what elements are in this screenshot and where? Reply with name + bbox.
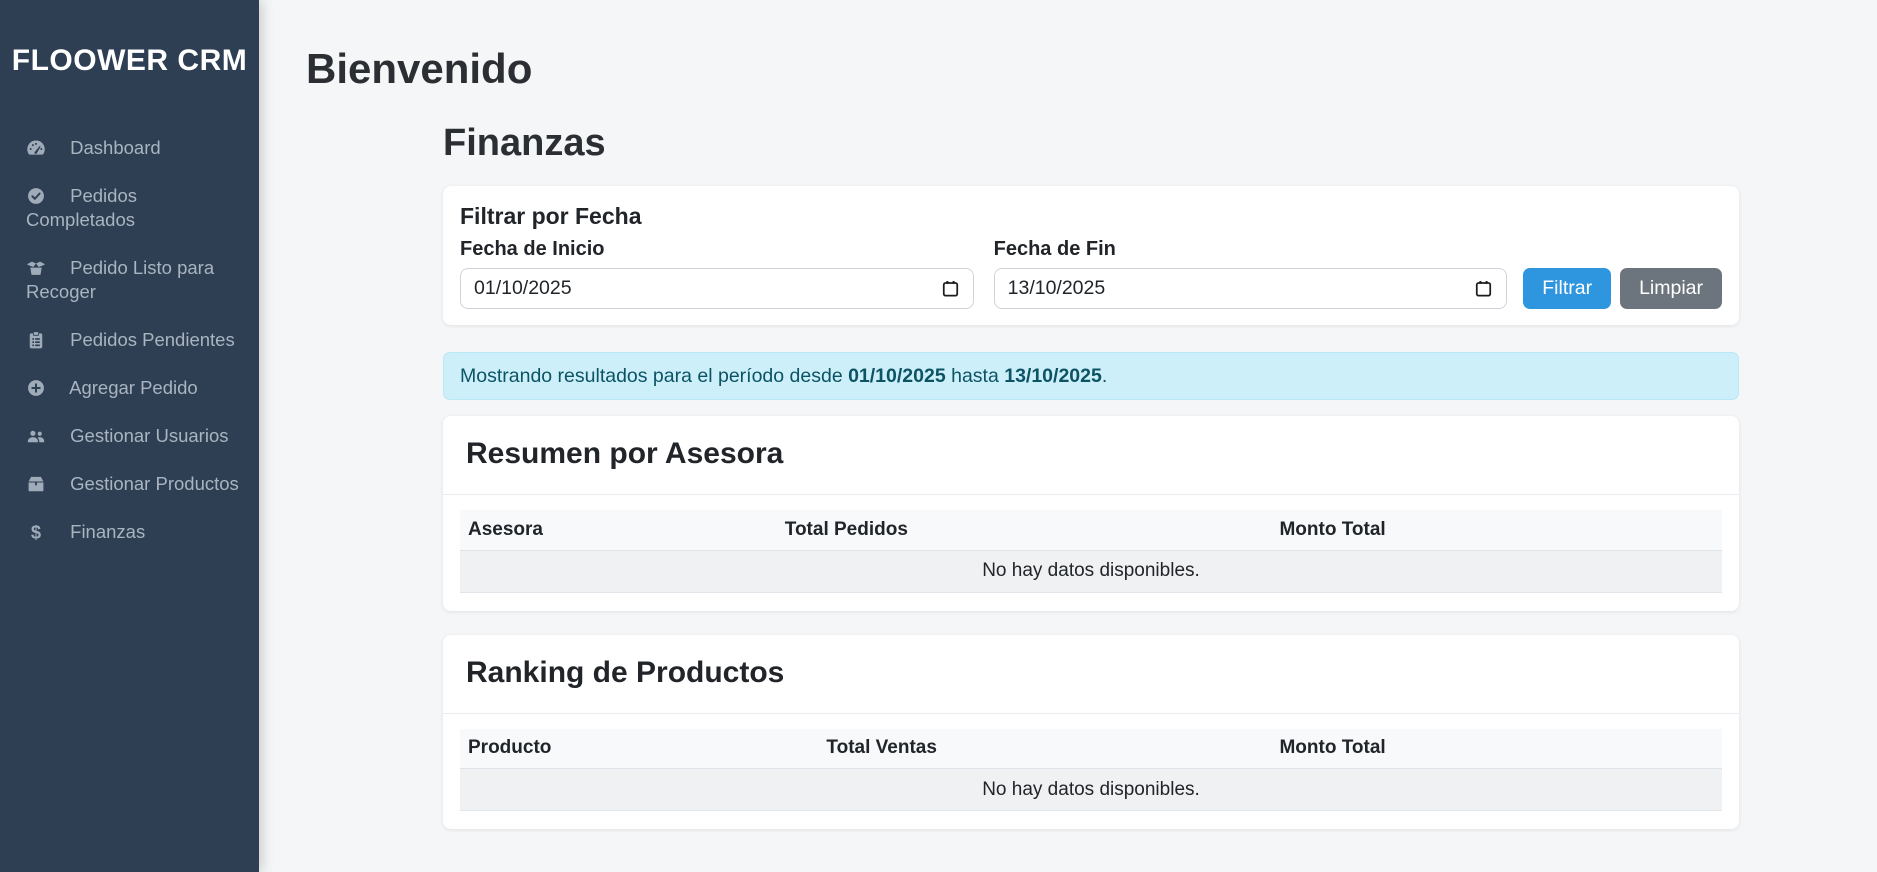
plus-circle-icon — [26, 378, 46, 398]
column-header-monto-total: Monto Total — [1271, 729, 1722, 769]
start-date-input-wrap — [460, 268, 974, 309]
sidebar-item-label: Gestionar Productos — [70, 473, 239, 494]
sidebar-item-label: Pedido Listo para Recoger — [26, 257, 214, 302]
sidebar-item-dashboard[interactable]: Dashboard — [0, 124, 259, 172]
table-header-row: Producto Total Ventas Monto Total — [460, 729, 1722, 769]
results-period-alert: Mostrando resultados para el período des… — [443, 352, 1739, 400]
clipboard-list-icon — [26, 330, 46, 350]
page-title: Bienvenido — [306, 44, 1739, 94]
table-empty-row: No hay datos disponibles. — [460, 550, 1722, 592]
alert-start-date: 01/10/2025 — [848, 365, 946, 387]
sidebar-item-gestionar-usuarios[interactable]: Gestionar Usuarios — [0, 412, 259, 460]
column-header-producto: Producto — [460, 729, 818, 769]
sidebar: FLOOWER CRM Dashboard Pedidos Completado… — [0, 0, 259, 872]
app-title: FLOOWER CRM — [0, 0, 259, 78]
alert-text-prefix: Mostrando resultados para el período des… — [460, 365, 848, 387]
sidebar-item-agregar-pedido[interactable]: Agregar Pedido — [0, 364, 259, 412]
check-circle-icon — [26, 186, 46, 206]
resumen-asesora-card: Resumen por Asesora Asesora Total Pedido… — [443, 416, 1739, 611]
end-date-input-wrap — [994, 268, 1508, 309]
ranking-productos-table: Producto Total Ventas Monto Total No hay… — [460, 729, 1722, 812]
resumen-asesora-table: Asesora Total Pedidos Monto Total No hay… — [460, 510, 1722, 593]
filter-title: Filtrar por Fecha — [460, 203, 1722, 230]
date-filter-card: Filtrar por Fecha Fecha de Inicio Fecha — [443, 186, 1739, 325]
sidebar-item-label: Pedidos Pendientes — [70, 329, 235, 350]
sidebar-item-pedidos-pendientes[interactable]: Pedidos Pendientes — [0, 316, 259, 364]
empty-message: No hay datos disponibles. — [460, 550, 1722, 592]
alert-text-suffix: . — [1102, 365, 1107, 387]
sidebar-item-gestionar-productos[interactable]: Gestionar Productos — [0, 460, 259, 508]
filter-buttons: Filtrar Limpiar — [1523, 268, 1722, 309]
sidebar-item-label: Dashboard — [70, 137, 161, 158]
sidebar-nav: Dashboard Pedidos Completados Pedido Lis… — [0, 124, 259, 556]
start-date-field-group: Fecha de Inicio — [460, 237, 974, 309]
sidebar-item-label: Gestionar Usuarios — [70, 425, 228, 446]
filtrar-button[interactable]: Filtrar — [1523, 268, 1611, 309]
end-date-label: Fecha de Fin — [994, 237, 1508, 261]
column-header-asesora: Asesora — [460, 510, 777, 550]
calendar-icon[interactable] — [941, 279, 960, 298]
resumen-asesora-header: Resumen por Asesora — [443, 416, 1739, 495]
finanzas-section: Finanzas Filtrar por Fecha Fecha de Inic… — [443, 120, 1739, 829]
ranking-productos-card: Ranking de Productos Producto Total Vent… — [443, 635, 1739, 830]
empty-message: No hay datos disponibles. — [460, 769, 1722, 811]
users-icon — [26, 426, 46, 446]
column-header-total-pedidos: Total Pedidos — [777, 510, 1272, 550]
main-content: Bienvenido Finanzas Filtrar por Fecha Fe… — [259, 0, 1877, 872]
sidebar-item-label: Agregar Pedido — [69, 377, 198, 398]
alert-text-middle: hasta — [946, 365, 1005, 387]
limpiar-button[interactable]: Limpiar — [1620, 268, 1722, 309]
sidebar-item-finanzas[interactable]: $ Finanzas — [0, 508, 259, 556]
alert-end-date: 13/10/2025 — [1004, 365, 1102, 387]
column-header-monto-total: Monto Total — [1271, 510, 1722, 550]
end-date-input[interactable] — [1008, 277, 1475, 300]
end-date-field-group: Fecha de Fin — [994, 237, 1508, 309]
table-empty-row: No hay datos disponibles. — [460, 769, 1722, 811]
sidebar-item-pedido-listo[interactable]: Pedido Listo para Recoger — [0, 244, 259, 316]
start-date-input[interactable] — [474, 277, 941, 300]
sidebar-item-pedidos-completados[interactable]: Pedidos Completados — [0, 172, 259, 244]
section-title: Finanzas — [443, 120, 1739, 166]
column-header-total-ventas: Total Ventas — [818, 729, 1271, 769]
ranking-productos-header: Ranking de Productos — [443, 635, 1739, 714]
ranking-productos-body: Producto Total Ventas Monto Total No hay… — [443, 714, 1739, 830]
box-open-icon — [26, 258, 46, 278]
dollar-icon: $ — [26, 522, 46, 542]
svg-text:$: $ — [31, 522, 41, 542]
resumen-asesora-body: Asesora Total Pedidos Monto Total No hay… — [443, 495, 1739, 611]
ranking-productos-title: Ranking de Productos — [466, 656, 1722, 690]
calendar-icon[interactable] — [1474, 279, 1493, 298]
sidebar-item-label: Finanzas — [70, 521, 145, 542]
box-icon — [26, 474, 46, 494]
table-header-row: Asesora Total Pedidos Monto Total — [460, 510, 1722, 550]
gauge-icon — [26, 138, 46, 158]
start-date-label: Fecha de Inicio — [460, 237, 974, 261]
resumen-asesora-title: Resumen por Asesora — [466, 437, 1722, 471]
